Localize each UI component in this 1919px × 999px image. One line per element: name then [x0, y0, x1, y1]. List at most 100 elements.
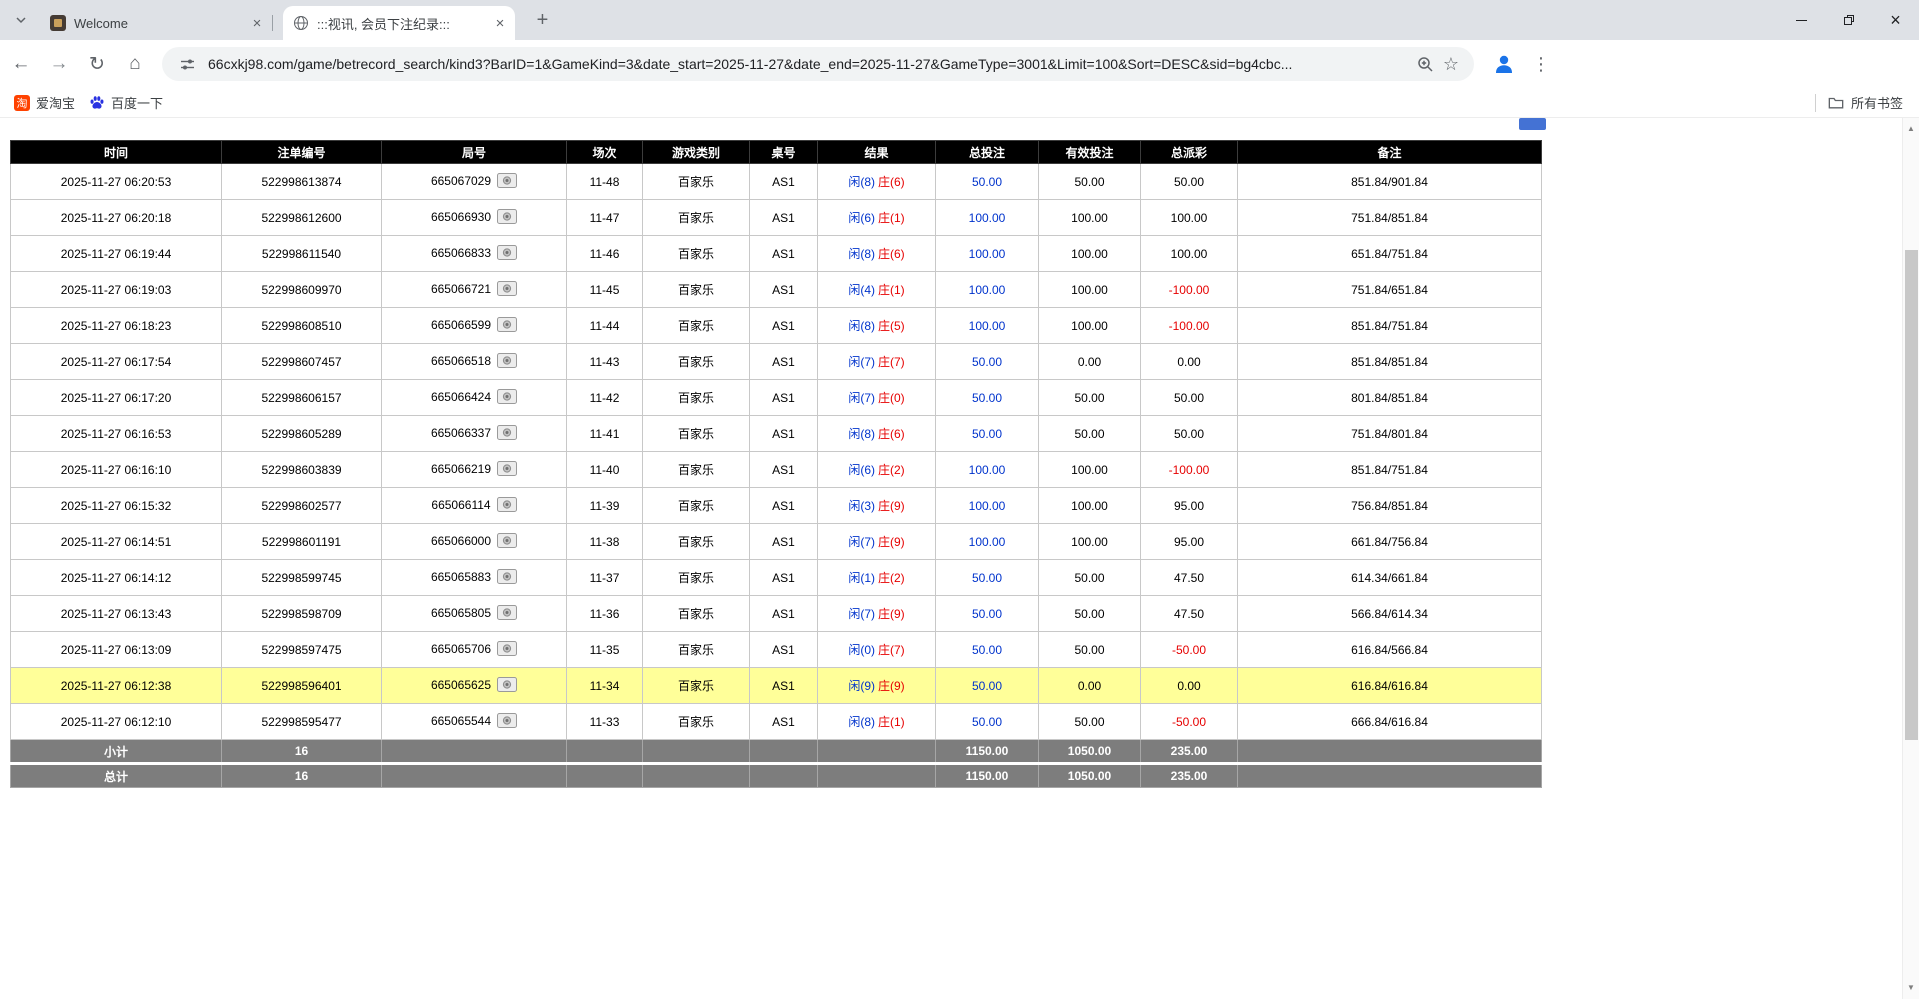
table-body: 2025-11-27 06:20:53 522998613874 6650670… [11, 164, 1542, 740]
reload-button[interactable]: ↻ [80, 47, 114, 81]
cell-total-bet[interactable]: 50.00 [936, 704, 1039, 740]
forward-button[interactable]: → [42, 47, 76, 81]
cell-total-bet[interactable]: 50.00 [936, 596, 1039, 632]
video-replay-icon[interactable] [497, 677, 517, 695]
tab-close-icon[interactable]: × [491, 14, 509, 32]
result-player: 闲(8) [848, 427, 875, 441]
video-replay-icon[interactable] [497, 569, 517, 587]
new-tab-button[interactable]: + [530, 8, 555, 33]
result-banker: 庄(9) [878, 499, 905, 513]
scroll-down-icon[interactable]: ▼ [1903, 980, 1919, 996]
cell-table-no: AS1 [750, 596, 818, 632]
video-replay-icon[interactable] [497, 281, 517, 299]
zoom-icon[interactable] [1412, 52, 1438, 76]
url-text[interactable]: 66cxkj98.com/game/betrecord_search/kind3… [208, 56, 1412, 72]
video-replay-icon[interactable] [497, 317, 517, 335]
video-replay-icon[interactable] [497, 353, 517, 371]
cell-total-bet[interactable]: 100.00 [936, 236, 1039, 272]
site-info-icon[interactable] [174, 52, 200, 76]
home-button[interactable]: ⌂ [118, 47, 152, 81]
video-replay-icon[interactable] [497, 533, 517, 551]
bookmark-star-icon[interactable]: ☆ [1438, 52, 1464, 76]
video-replay-icon[interactable] [497, 605, 517, 623]
cell-total-bet[interactable]: 100.00 [936, 452, 1039, 488]
table-row: 2025-11-27 06:17:54 522998607457 6650665… [11, 344, 1542, 380]
round-id: 665066599 [431, 318, 491, 332]
video-replay-icon[interactable] [497, 641, 517, 659]
back-button[interactable]: ← [4, 47, 38, 81]
cell-session: 11-43 [567, 344, 643, 380]
video-replay-icon[interactable] [497, 173, 517, 191]
summary-cell [750, 740, 818, 764]
cell-total-bet[interactable]: 100.00 [936, 488, 1039, 524]
table-row: 2025-11-27 06:20:53 522998613874 6650670… [11, 164, 1542, 200]
summary-cell: 1050.00 [1039, 764, 1141, 788]
cell-valid-bet: 50.00 [1039, 560, 1141, 596]
table-header-row: 时间注单编号局号场次游戏类别桌号结果总投注有效投注总派彩备注 [11, 141, 1542, 164]
bookmark-label: 爱淘宝 [36, 93, 75, 112]
minimize-button[interactable] [1778, 0, 1825, 40]
cell-bet-id: 522998613874 [222, 164, 382, 200]
cell-game-type: 百家乐 [643, 632, 750, 668]
restore-button[interactable] [1825, 0, 1872, 40]
tab-bet-records[interactable]: :::视讯, 会员下注纪录::: × [283, 6, 515, 40]
video-replay-icon[interactable] [497, 209, 517, 227]
video-replay-icon[interactable] [497, 713, 517, 731]
cell-remark: 661.84/756.84 [1238, 524, 1542, 560]
cell-total-bet[interactable]: 50.00 [936, 416, 1039, 452]
browser-menu-icon[interactable]: ⋮ [1526, 49, 1556, 79]
cell-total-bet[interactable]: 50.00 [936, 668, 1039, 704]
cell-payout: 50.00 [1141, 380, 1238, 416]
bookmark-taobao[interactable]: 淘 爱淘宝 [14, 93, 75, 112]
navigation-bar: ← → ↻ ⌂ 66cxkj98.com/game/betrecord_sear… [0, 40, 1919, 88]
cell-valid-bet: 50.00 [1039, 632, 1141, 668]
minimize-icon [1796, 20, 1807, 21]
cell-game-type: 百家乐 [643, 524, 750, 560]
bookmark-baidu[interactable]: 百度一下 [89, 93, 163, 112]
video-replay-icon[interactable] [497, 461, 517, 479]
cell-total-bet[interactable]: 50.00 [936, 632, 1039, 668]
address-bar[interactable]: 66cxkj98.com/game/betrecord_search/kind3… [162, 47, 1474, 81]
cell-total-bet[interactable]: 50.00 [936, 380, 1039, 416]
video-replay-icon[interactable] [497, 389, 517, 407]
table-row: 2025-11-27 06:13:09 522998597475 6650657… [11, 632, 1542, 668]
video-replay-icon[interactable] [497, 425, 517, 443]
cell-total-bet[interactable]: 50.00 [936, 344, 1039, 380]
cell-time: 2025-11-27 06:13:09 [11, 632, 222, 668]
tab-search-button[interactable] [8, 7, 34, 33]
tab-close-icon[interactable]: × [248, 14, 266, 32]
video-replay-icon[interactable] [497, 245, 517, 263]
scroll-up-icon[interactable]: ▲ [1903, 121, 1919, 137]
table-row: 2025-11-27 06:12:10 522998595477 6650655… [11, 704, 1542, 740]
summary-cell [382, 764, 567, 788]
cell-total-bet[interactable]: 100.00 [936, 308, 1039, 344]
close-window-button[interactable]: × [1872, 0, 1919, 40]
profile-avatar-icon[interactable] [1488, 48, 1520, 80]
cell-time: 2025-11-27 06:14:51 [11, 524, 222, 560]
summary-cell [643, 740, 750, 764]
table-row: 2025-11-27 06:16:53 522998605289 6650663… [11, 416, 1542, 452]
tab-title: :::视讯, 会员下注纪录::: [317, 14, 491, 33]
page-scrollbar[interactable]: ▲ ▼ [1902, 118, 1919, 999]
cell-payout: 100.00 [1141, 236, 1238, 272]
cell-total-bet[interactable]: 100.00 [936, 200, 1039, 236]
cell-game-type: 百家乐 [643, 452, 750, 488]
cell-total-bet[interactable]: 100.00 [936, 272, 1039, 308]
all-bookmarks-button[interactable]: 所有书签 [1828, 93, 1903, 112]
video-replay-icon[interactable] [497, 497, 517, 515]
cell-remark: 651.84/751.84 [1238, 236, 1542, 272]
cell-game-type: 百家乐 [643, 488, 750, 524]
partial-blue-button[interactable] [1519, 118, 1546, 130]
summary-cell [382, 740, 567, 764]
round-id: 665066721 [431, 282, 491, 296]
cell-session: 11-45 [567, 272, 643, 308]
column-header: 总派彩 [1141, 141, 1238, 164]
tab-welcome[interactable]: Welcome × [40, 6, 272, 40]
cell-total-bet[interactable]: 50.00 [936, 560, 1039, 596]
cell-total-bet[interactable]: 100.00 [936, 524, 1039, 560]
cell-total-bet[interactable]: 50.00 [936, 164, 1039, 200]
cell-table-no: AS1 [750, 416, 818, 452]
result-player: 闲(8) [848, 247, 875, 261]
cell-game-type: 百家乐 [643, 596, 750, 632]
scrollbar-thumb[interactable] [1905, 250, 1918, 740]
